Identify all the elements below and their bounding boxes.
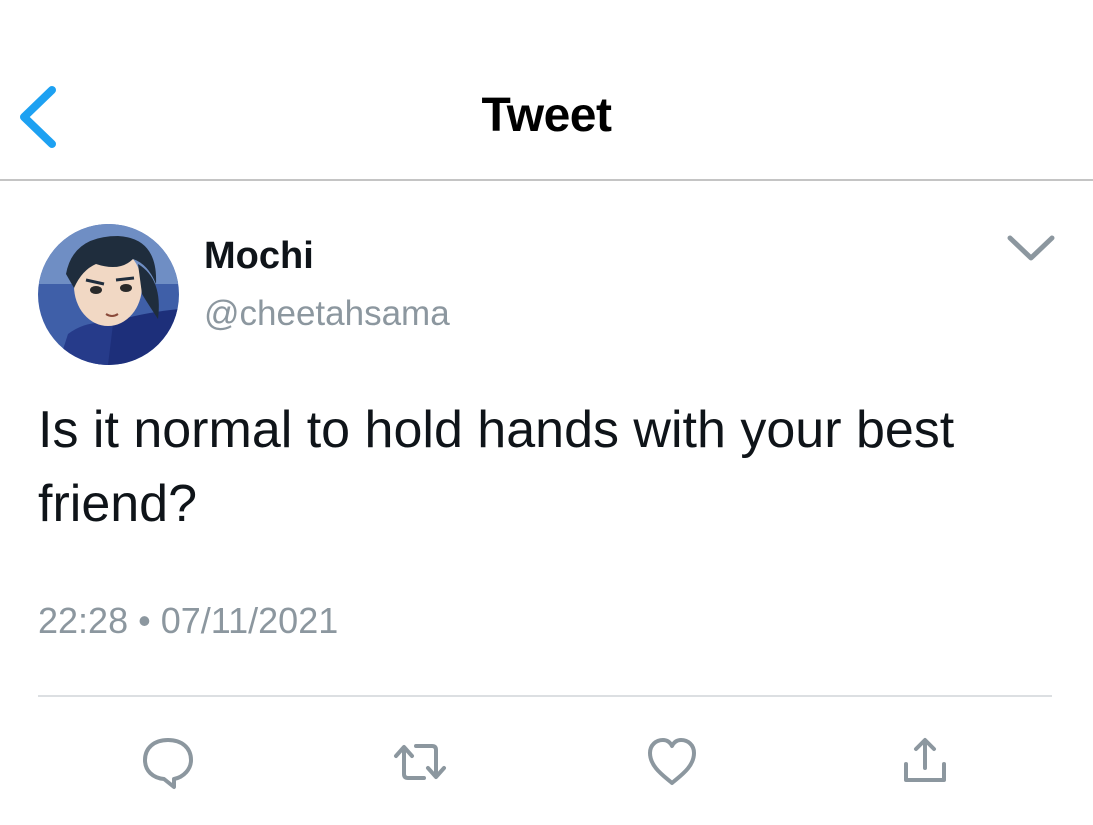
share-button[interactable] xyxy=(897,734,953,790)
reply-button[interactable] xyxy=(140,734,196,790)
avatar-image xyxy=(38,224,179,365)
tweet-date: 07/11/2021 xyxy=(160,600,339,641)
avatar[interactable] xyxy=(38,224,179,365)
retweet-button[interactable] xyxy=(392,734,448,790)
tweet-menu-button[interactable] xyxy=(1002,228,1060,268)
heart-icon xyxy=(648,738,696,785)
retweet-icon xyxy=(394,744,446,780)
share-icon xyxy=(904,738,946,782)
tweet-text: Is it normal to hold hands with your bes… xyxy=(38,401,955,533)
divider xyxy=(38,695,1052,697)
author-handle[interactable]: @cheetahsama xyxy=(204,294,450,334)
tweet-time: 22:28 xyxy=(38,600,129,641)
tweet-timestamp: 22:28 • 07/11/2021 xyxy=(38,600,338,642)
page-title: Tweet xyxy=(481,89,612,142)
reply-icon xyxy=(143,738,193,789)
author-name[interactable]: Mochi xyxy=(204,235,314,278)
meta-separator: • xyxy=(138,600,151,641)
like-button[interactable] xyxy=(644,734,700,790)
chevron-down-icon xyxy=(1007,235,1055,261)
top-nav-bar: Tweet xyxy=(0,0,1093,181)
